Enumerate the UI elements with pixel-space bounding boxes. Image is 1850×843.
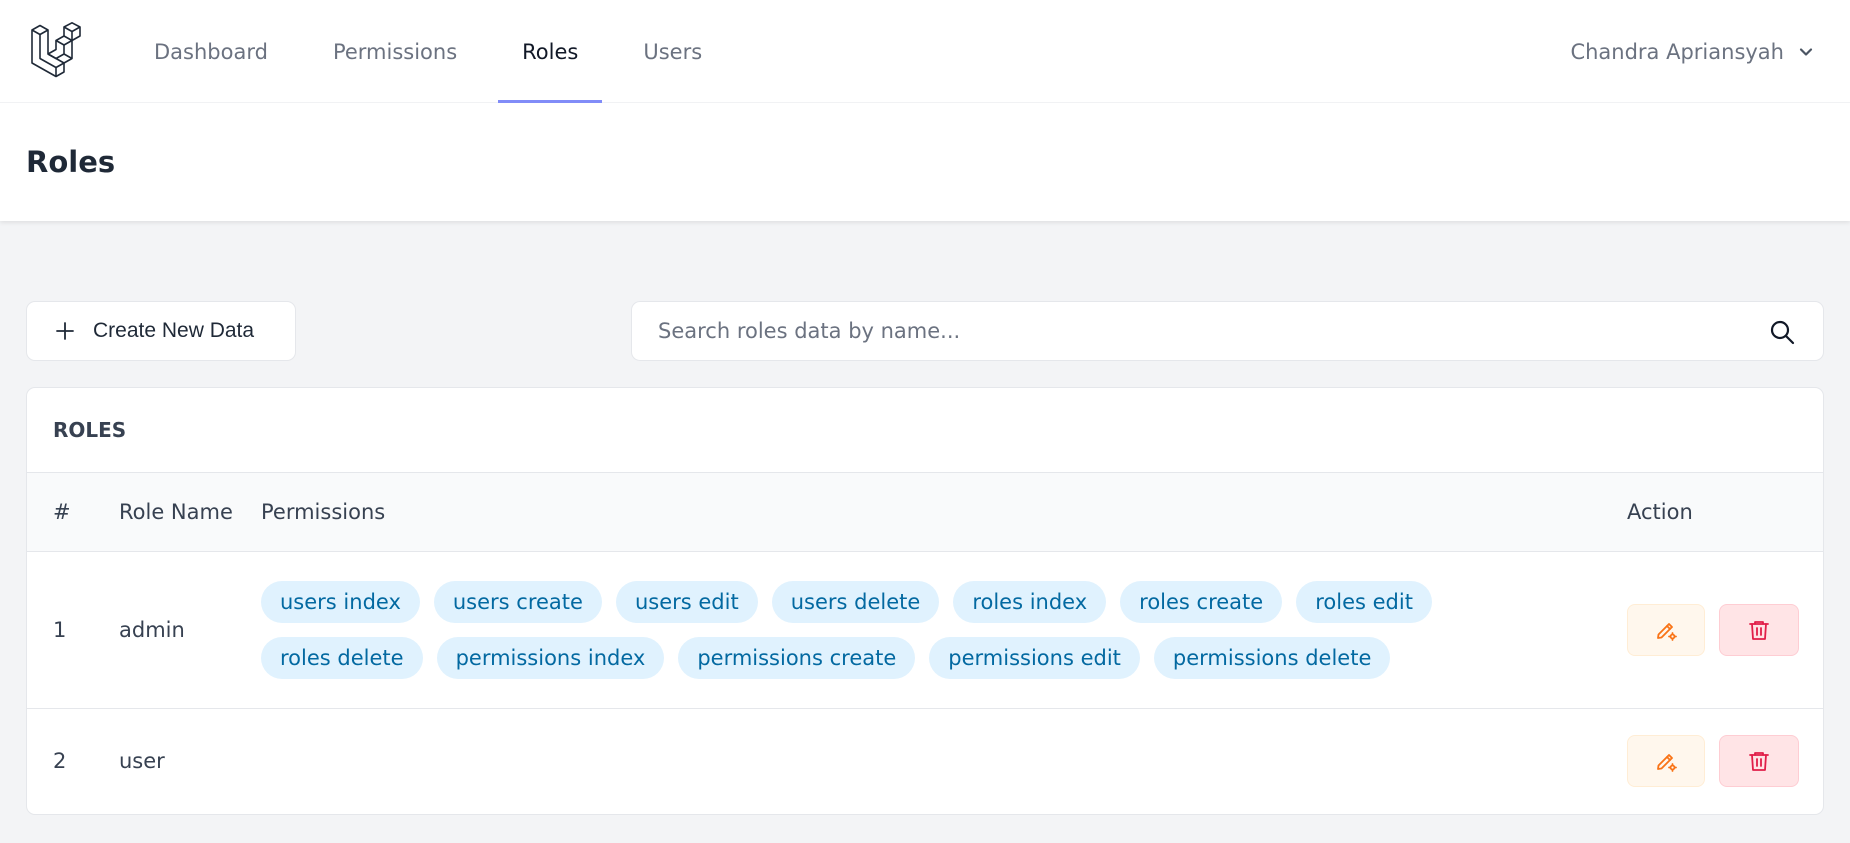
toolbar: Create New Data (26, 301, 1824, 361)
trash-icon (1749, 620, 1769, 640)
row-number: 1 (53, 617, 67, 642)
action-cell (1627, 708, 1823, 814)
row-actions (1627, 603, 1823, 656)
chevron-down-icon (1799, 47, 1813, 56)
main-nav: Dashboard Permissions Roles Users (130, 0, 743, 103)
search-input[interactable] (658, 319, 1823, 343)
nav-permissions[interactable]: Permissions (309, 0, 481, 103)
permission-badge: permissions delete (1153, 636, 1391, 679)
edit-button[interactable] (1627, 735, 1705, 788)
user-menu-dropdown[interactable]: Chandra Apriansyah (1570, 0, 1814, 103)
permission-badge: roles delete (261, 636, 423, 679)
top-navbar: Dashboard Permissions Roles Users Chandr… (0, 0, 1850, 103)
permission-badge: permissions index (436, 636, 665, 679)
header-action: Action (1627, 499, 1693, 524)
roles-card: ROLES # Role Name Permissions Action 1 a… (26, 387, 1824, 815)
permission-badge: users index (261, 580, 420, 623)
nav-users[interactable]: Users (619, 0, 726, 103)
nav-roles[interactable]: Roles (498, 0, 603, 103)
role-name: admin (119, 617, 185, 642)
search-icon[interactable] (1769, 319, 1795, 345)
page-title: Roles (26, 145, 116, 179)
user-name: Chandra Apriansyah (1570, 39, 1784, 64)
table-row: 1 admin users index users create users e… (27, 551, 1823, 708)
header-number: # (53, 499, 71, 524)
permission-badge: roles edit (1296, 580, 1432, 623)
page-header: Roles (0, 103, 1850, 221)
create-new-data-button[interactable]: Create New Data (26, 301, 296, 361)
plus-icon (56, 322, 74, 340)
permission-badge: permissions edit (929, 636, 1140, 679)
pencil-cog-icon (1657, 622, 1677, 641)
search-box (631, 301, 1824, 361)
trash-icon (1749, 752, 1769, 772)
laravel-logo-icon[interactable] (28, 22, 84, 78)
nav-dashboard[interactable]: Dashboard (130, 0, 292, 103)
pencil-cog-icon (1657, 754, 1677, 773)
permission-badge: roles index (953, 580, 1107, 623)
header-permissions: Permissions (261, 499, 386, 524)
permission-badge: users delete (771, 580, 940, 623)
permission-badge: users create (433, 580, 602, 623)
permissions-cell (235, 708, 1627, 814)
permission-badges: users index users create users edit user… (261, 580, 1581, 679)
permissions-cell: users index users create users edit user… (235, 551, 1627, 708)
role-name: user (119, 749, 165, 774)
row-actions (1627, 735, 1823, 788)
card-title: ROLES (27, 388, 1823, 473)
create-button-label: Create New Data (93, 319, 255, 342)
table-row: 2 user (27, 708, 1823, 814)
main-content: Create New Data ROLES # Role Name Permis… (0, 301, 1850, 815)
table-header-row: # Role Name Permissions Action (27, 473, 1823, 551)
permission-badge: permissions create (678, 636, 916, 679)
roles-table: # Role Name Permissions Action 1 admin u… (27, 473, 1823, 814)
delete-button[interactable] (1719, 735, 1799, 788)
delete-button[interactable] (1719, 603, 1799, 656)
edit-button[interactable] (1627, 603, 1705, 656)
permission-badge: roles create (1120, 580, 1283, 623)
action-cell (1627, 551, 1823, 708)
header-role-name: Role Name (119, 499, 233, 524)
permission-badge: users edit (615, 580, 758, 623)
row-number: 2 (53, 749, 67, 774)
